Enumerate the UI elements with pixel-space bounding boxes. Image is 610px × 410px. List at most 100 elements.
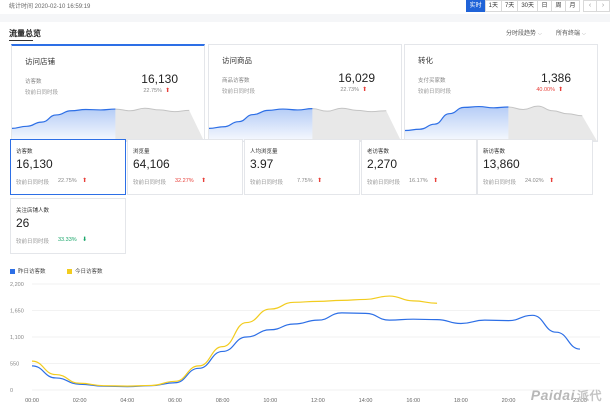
series-line-0 (31, 312, 581, 388)
y-tick-label: 2,200 (10, 282, 24, 288)
x-tick-label: 02:00 (73, 398, 87, 404)
metric-card-pageviews[interactable]: 浏览量 64,106 较前日同时段 32.27% ⬆ (127, 139, 243, 195)
y-tick-label: 0 (10, 388, 13, 394)
metric-value: 2,270 (367, 157, 398, 171)
arrow-up-icon: ⬆ (317, 178, 323, 184)
sparkline-current-area (209, 108, 313, 141)
card-metric-label: 商品访客数 (222, 78, 250, 84)
metric-card-visitors[interactable]: 访客数 16,130 较前日同时段 22.75% ⬆ (10, 139, 126, 195)
metric-compare-label: 较前日同时段 (367, 180, 401, 186)
metric-compare-label: 较前日同时段 (16, 180, 50, 186)
range-30day-button[interactable]: 30天 (517, 0, 538, 12)
metric-value: 3.97 (250, 157, 274, 171)
next-period-button[interactable]: › (596, 0, 610, 12)
metric-value: 64,106 (133, 157, 170, 171)
x-tick-label: 18:00 (454, 398, 468, 404)
metric-change-pct: 24.02% (525, 178, 544, 184)
x-tick-label: 10:00 (263, 398, 277, 404)
card-change-pct: 22.75% (143, 88, 162, 94)
metric-label: 人均浏览量 (250, 149, 278, 155)
stat-time: 统计时间 2020-02-10 16:59:19 (9, 4, 91, 10)
x-tick-label: 16:00 (406, 398, 420, 404)
title-underline (9, 40, 33, 41)
top-bar: 统计时间 2020-02-10 16:59:19 实时 1天 7天 30天 日 … (0, 0, 610, 14)
time-range-group: 实时 1天 7天 30天 日 周 月 ‹ › (465, 0, 610, 12)
sparkline-previous-area (312, 108, 401, 141)
terminal-dropdown-label: 所有终端 (556, 31, 581, 37)
metric-label: 浏览量 (133, 149, 150, 155)
metric-card-avg-pageviews[interactable]: 人均浏览量 3.97 较前日同时段 7.75% ⬆ (244, 139, 360, 195)
sparkline-current-area (12, 109, 116, 141)
card-title: 访问店铺 (25, 57, 55, 66)
card-change-pct: 40.00% (536, 87, 555, 93)
arrow-up-icon: ⬆ (82, 178, 88, 184)
metric-value: 13,860 (483, 157, 520, 171)
visitors-trend-chart: 0 550 1,100 1,650 2,200 00:00 02:00 04:00 06:00 0… (10, 282, 600, 404)
y-tick-label: 550 (10, 362, 19, 368)
card-compare-label: 较前日同时段 (222, 89, 256, 95)
x-tick-label: 12:00 (311, 398, 325, 404)
prev-period-button[interactable]: ‹ (583, 0, 597, 12)
metric-change-pct: 32.27% (175, 178, 194, 184)
x-tick-label: 00:00 (25, 398, 39, 404)
sparkline-previous-area (115, 108, 204, 141)
range-1day-button[interactable]: 1天 (484, 0, 502, 12)
card-metric-value: 1,386 (540, 71, 571, 85)
sparkline-chart (12, 107, 204, 141)
card-title: 转化 (418, 56, 433, 65)
watermark-logo: Paidai 派代 (531, 387, 602, 404)
range-7day-button[interactable]: 7天 (500, 0, 519, 12)
trend-dropdown[interactable]: 分时段趋势 ⌵ (506, 28, 542, 37)
sparkline-chart (209, 107, 401, 141)
metric-compare-label: 较前日同时段 (483, 180, 517, 186)
metric-label: 老访客数 (367, 149, 390, 155)
chevron-down-icon: ⌵ (538, 31, 542, 37)
arrow-down-icon: ⬇ (82, 237, 88, 243)
metric-change-pct: 16.17% (409, 178, 428, 184)
sparkline-current-area (405, 106, 509, 141)
metric-card-store-followers[interactable]: 关注店铺人数 26 较前日同时段 33.33% ⬇ (10, 198, 126, 254)
metric-compare-label: 较前日同时段 (250, 180, 284, 186)
card-metric-value: 16,130 (141, 72, 178, 86)
metric-value: 16,130 (16, 157, 53, 171)
metric-change-pct: 22.75% (58, 178, 77, 184)
metric-compare-label: 较前日同时段 (133, 180, 167, 186)
card-title: 访问商品 (222, 56, 252, 65)
metric-label: 新访客数 (483, 149, 506, 155)
x-tick-label: 20:00 (502, 398, 516, 404)
sparkline-chart (405, 105, 597, 141)
card-compare-label: 较前日同时段 (418, 89, 452, 95)
traffic-overview-panel: 流量总览 分时段趋势 ⌵ 所有终端 ⌵ 访问店铺 访客数 较前日同时段 16,130… (0, 22, 610, 410)
watermark-cn: 派代 (576, 389, 602, 403)
arrow-up-icon: ⬆ (201, 178, 207, 184)
metric-change-pct: 7.75% (297, 178, 313, 184)
metric-card-returning-visitors[interactable]: 老访客数 2,270 较前日同时段 16.17% ⬆ (361, 139, 477, 195)
range-day-button[interactable]: 日 (537, 0, 552, 12)
x-tick-label: 08:00 (216, 398, 230, 404)
card-visit-product[interactable]: 访问商品 商品访客数 较前日同时段 16,029 22.73% ⬆ (208, 44, 402, 142)
card-change-pct: 22.73% (340, 87, 359, 93)
range-month-button[interactable]: 月 (565, 0, 580, 12)
metric-card-new-visitors[interactable]: 新访客数 13,860 较前日同时段 24.02% ⬆ (477, 139, 593, 195)
card-visit-store[interactable]: 访问店铺 访客数 较前日同时段 16,130 22.75% ⬆ (11, 44, 205, 142)
arrow-up-icon: ⬆ (433, 178, 439, 184)
y-tick-label: 1,650 (10, 309, 24, 315)
card-metric-value: 16,029 (338, 71, 375, 85)
x-tick-label: 06:00 (168, 398, 182, 404)
card-conversion[interactable]: 转化 支付买家数 较前日同时段 1,386 40.00% ⬆ (404, 44, 598, 142)
trend-dropdown-label: 分时段趋势 (506, 31, 537, 37)
chevron-down-icon: ⌵ (582, 31, 586, 37)
sparkline-previous-area (508, 106, 597, 141)
panel-title: 流量总览 (9, 29, 41, 38)
x-tick-label: 04:00 (120, 398, 134, 404)
range-realtime-button[interactable]: 实时 (465, 0, 486, 12)
card-metric-label: 访客数 (25, 79, 42, 85)
arrow-up-icon: ⬆ (549, 178, 555, 184)
range-week-button[interactable]: 周 (551, 0, 566, 12)
arrow-up-icon: ⬆ (361, 87, 367, 93)
metric-label: 关注店铺人数 (16, 208, 50, 214)
terminal-dropdown[interactable]: 所有终端 ⌵ (556, 28, 586, 37)
series-line-1 (31, 295, 438, 387)
watermark-latin: Paidai (530, 387, 575, 403)
metric-value: 26 (16, 216, 30, 230)
